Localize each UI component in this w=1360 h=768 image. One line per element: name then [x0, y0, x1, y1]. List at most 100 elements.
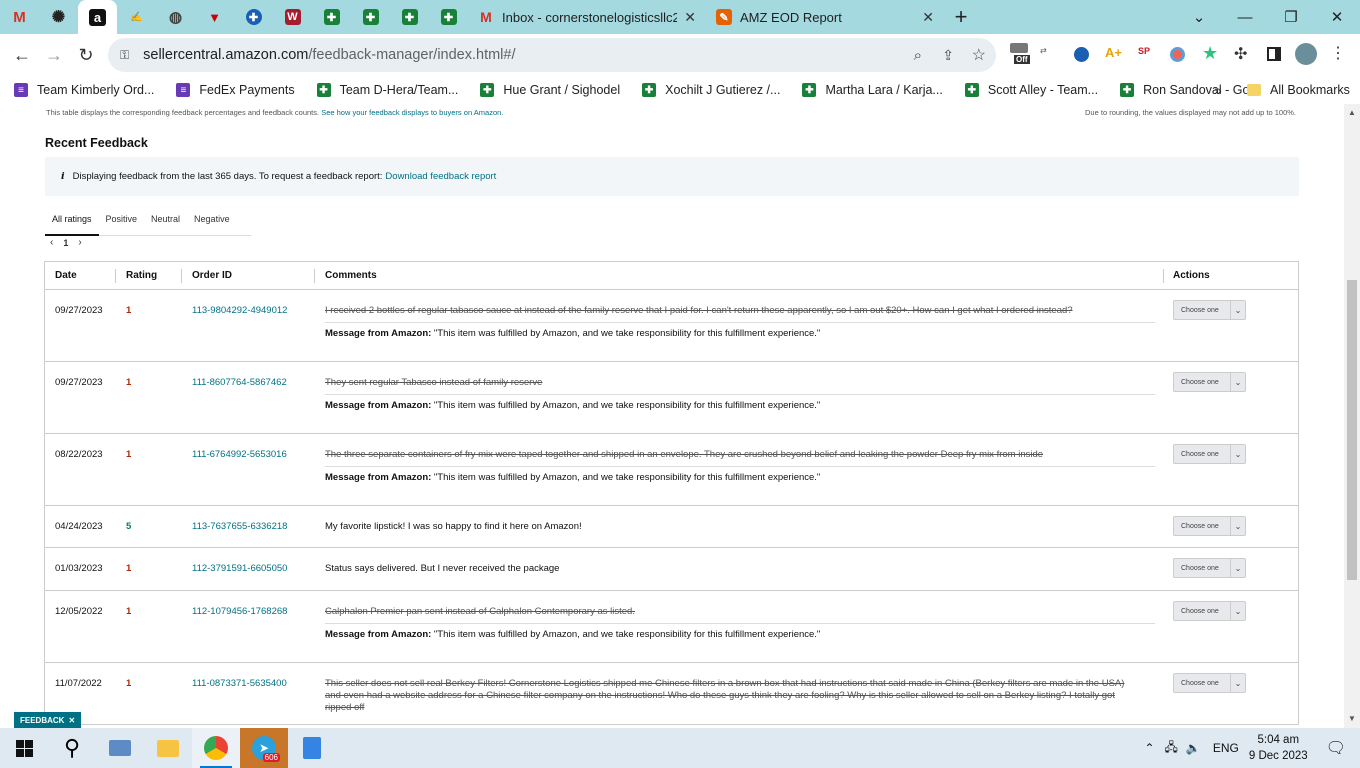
close-tab-icon[interactable]: ✕: [922, 9, 934, 26]
taskbar-app-chrome[interactable]: [192, 728, 240, 768]
action-dropdown[interactable]: Choose one ⌄: [1173, 372, 1246, 392]
scrollbar-thumb[interactable]: [1347, 280, 1357, 580]
tray-overflow-icon[interactable]: ⌃: [1144, 741, 1154, 755]
tab-neutral[interactable]: Neutral: [144, 208, 187, 236]
gmail-icon: M: [480, 9, 492, 25]
row-order-link[interactable]: 112-3791591-6605050: [192, 563, 287, 574]
tab-positive[interactable]: Positive: [99, 208, 145, 236]
tab-amz-eod-report[interactable]: ✎ AMZ EOD Report ✕: [706, 0, 944, 34]
profile-avatar[interactable]: [1295, 43, 1317, 65]
extension-alert-icon[interactable]: SP: [1138, 46, 1150, 56]
search-button[interactable]: ⚲: [48, 728, 96, 768]
close-tab-icon[interactable]: ✕: [684, 9, 696, 26]
notifications-icon[interactable]: 🗨: [1326, 738, 1346, 758]
scroll-up-icon[interactable]: ▲: [1348, 108, 1356, 117]
row-order-link[interactable]: 111-0873371-5635400: [192, 678, 287, 689]
prev-page-icon[interactable]: ‹: [50, 237, 53, 248]
pinned-tab-amazon[interactable]: a: [78, 0, 117, 34]
bookmarks-overflow-icon[interactable]: »: [1214, 82, 1222, 98]
amazon-message-text: "This item was fulfilled by Amazon, and …: [433, 328, 821, 339]
download-report-link[interactable]: Download feedback report: [385, 171, 496, 182]
extension-loggedin-icon[interactable]: ⇄: [1040, 46, 1047, 55]
bookmark-item[interactable]: ✚ Martha Lara / Karja...: [788, 83, 950, 97]
page-number[interactable]: 1: [63, 237, 68, 248]
site-info-icon[interactable]: ⚿: [120, 48, 129, 63]
share-icon[interactable]: ⇪: [942, 47, 954, 64]
system-tray: ⌃ 🖧 🔈 ENG 5:04 am 9 Dec 2023 🗨: [1144, 728, 1360, 768]
bookmark-item[interactable]: ✚ Xochilt J Gutierez /...: [628, 83, 788, 97]
network-icon[interactable]: 🖧: [1165, 738, 1178, 759]
pinned-tab-sheets-2[interactable]: ✚: [351, 0, 390, 34]
bookmark-item[interactable]: ≡ FedEx Payments: [162, 83, 302, 97]
table-row: 04/24/2023 5 113-7637655-6336218 My favo…: [45, 506, 1298, 548]
next-page-icon[interactable]: ›: [78, 237, 81, 248]
pinned-tab-sheets-4[interactable]: ✚: [429, 0, 468, 34]
back-button[interactable]: ←: [6, 39, 38, 71]
row-order-link[interactable]: 111-6764992-5653016: [192, 449, 287, 460]
close-window-button[interactable]: ✕: [1314, 0, 1360, 34]
tab-negative[interactable]: Negative: [187, 208, 237, 236]
action-dropdown[interactable]: Choose one ⌄: [1173, 601, 1246, 621]
bookmark-star-icon[interactable]: ☆: [972, 45, 986, 65]
action-dropdown[interactable]: Choose one ⌄: [1173, 558, 1246, 578]
pinned-tab-8[interactable]: W: [273, 0, 312, 34]
reload-button[interactable]: ↻: [70, 39, 102, 71]
action-dropdown[interactable]: Choose one ⌄: [1173, 300, 1246, 320]
taskbar-app-remote[interactable]: [96, 728, 144, 768]
row-date: 09/27/2023: [55, 377, 103, 388]
col-divider: [1163, 269, 1164, 283]
pinned-tab-7[interactable]: ✚: [234, 0, 273, 34]
action-dropdown[interactable]: Choose one ⌄: [1173, 444, 1246, 464]
side-panel-icon[interactable]: [1267, 47, 1281, 61]
new-tab-button[interactable]: +: [944, 4, 978, 30]
table-row: 12/05/2022 1 112-1079456-1768268 Calphal…: [45, 591, 1298, 663]
extension-orange-icon[interactable]: [1170, 47, 1185, 62]
start-button[interactable]: [0, 728, 48, 768]
address-bar[interactable]: ⚿ sellercentral.amazon.com/feedback-mana…: [108, 38, 996, 72]
row-order-link[interactable]: 111-8607764-5867462: [192, 377, 287, 388]
extension-blue-icon[interactable]: [1074, 47, 1089, 62]
scroll-down-icon[interactable]: ▼: [1348, 714, 1356, 723]
extension-boost-icon[interactable]: A+: [1105, 45, 1122, 60]
action-dropdown[interactable]: Choose one ⌄: [1173, 673, 1246, 693]
tab-all-ratings[interactable]: All ratings: [45, 208, 99, 236]
pinned-tab-5[interactable]: ◍: [156, 0, 195, 34]
forward-button[interactable]: →: [38, 39, 70, 71]
pinned-tab-4[interactable]: ✍: [117, 0, 156, 34]
pinned-tab-chatgpt[interactable]: ✺: [39, 0, 78, 34]
extension-off-icon[interactable]: Off: [1010, 43, 1032, 67]
pinned-tab-6[interactable]: ▼: [195, 0, 234, 34]
taskbar-app-calculator[interactable]: [288, 728, 336, 768]
row-order-link[interactable]: 113-7637655-6336218: [192, 521, 287, 532]
restore-button[interactable]: ❐: [1268, 0, 1314, 34]
language-indicator[interactable]: ENG: [1213, 741, 1239, 755]
tab-search-icon[interactable]: ⌄: [1176, 0, 1222, 34]
taskbar-app-explorer[interactable]: [144, 728, 192, 768]
bookmark-item[interactable]: ✚ Scott Alley - Team...: [951, 83, 1106, 97]
bookmark-item[interactable]: ✚ Hue Grant / Sighodel: [466, 83, 628, 97]
close-icon[interactable]: ✕: [68, 716, 75, 725]
bookmark-item[interactable]: ≡ Team Kimberly Ord...: [0, 83, 162, 97]
volume-icon[interactable]: 🔈: [1186, 741, 1201, 755]
clock[interactable]: 5:04 am 9 Dec 2023: [1249, 732, 1308, 764]
menu-kebab-icon[interactable]: ⋮: [1330, 43, 1346, 63]
zoom-icon[interactable]: ⌕: [914, 47, 922, 64]
row-order-link[interactable]: 113-9804292-4949012: [192, 305, 287, 316]
minimize-button[interactable]: —: [1222, 0, 1268, 34]
extension-star-icon[interactable]: ★: [1202, 43, 1218, 64]
row-order-link[interactable]: 112-1079456-1768268: [192, 606, 287, 617]
pinned-tab-sheets-3[interactable]: ✚: [390, 0, 429, 34]
tab-gmail-inbox[interactable]: M Inbox - cornerstonelogisticsllc20 ✕: [468, 0, 706, 34]
taskbar-app-telegram[interactable]: ➤ 606: [240, 728, 288, 768]
pinned-tab-gmail[interactable]: M: [0, 0, 39, 34]
pinned-tab-sheets-1[interactable]: ✚: [312, 0, 351, 34]
bookmark-item[interactable]: ✚ Team D-Hera/Team...: [303, 83, 467, 97]
feedback-widget-tab[interactable]: FEEDBACK ✕: [14, 712, 82, 728]
action-dropdown[interactable]: Choose one ⌄: [1173, 516, 1246, 536]
all-bookmarks-folder[interactable]: All Bookmarks: [1247, 83, 1350, 97]
bookmark-item[interactable]: ✚ Ron Sandoval - Go...: [1106, 83, 1268, 97]
extensions-puzzle-icon[interactable]: ✣: [1234, 44, 1247, 64]
page-scrollbar[interactable]: ▲ ▼: [1344, 104, 1360, 728]
buyer-display-link[interactable]: See how your feedback displays to buyers…: [321, 108, 503, 117]
amazon-message-text: "This item was fulfilled by Amazon, and …: [433, 629, 821, 640]
